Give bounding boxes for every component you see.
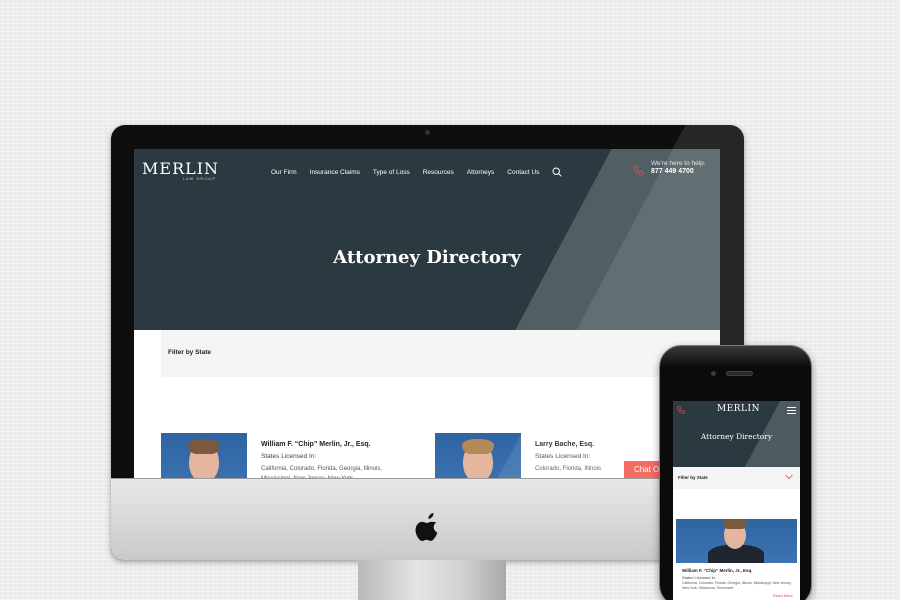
attorney-hair [462,439,494,454]
mobile-states-licensed-label: States Licensed In: [682,575,717,580]
mobile-filter-label: Filter by State [678,475,708,480]
chevron-down-icon [785,474,793,480]
help-phone-number[interactable]: 877 449 4700 [651,168,694,175]
nav-our-firm[interactable]: Our Firm [271,169,297,176]
main-nav: Our Firm Insurance Claims Type of Loss R… [271,167,563,177]
mobile-states-licensed-list: California, Colorado, Florida, Georgia, … [682,581,792,590]
site-logo[interactable]: MERLIN LAW GROUP [142,160,218,182]
attorney-name[interactable]: Larry Bache, Esq. [535,441,594,448]
desktop-monitor: MERLIN LAW GROUP Our Firm Insurance Clai… [111,125,744,560]
attorney-photo[interactable] [161,433,247,478]
mobile-site-logo[interactable]: MERLIN [717,404,760,414]
phone-icon[interactable] [677,406,685,414]
nav-type-of-loss[interactable]: Type of Loss [373,169,410,176]
phone-icon [633,165,644,176]
filter-label: Filter by State [168,349,211,356]
attorney-hair [723,519,747,529]
attorney-name[interactable]: William F. “Chip” Merlin, Jr., Esq. [261,441,371,448]
apple-logo-icon [415,513,438,541]
desktop-screen: MERLIN LAW GROUP Our Firm Insurance Clai… [134,149,720,478]
mobile-phone: MERLIN Attorney Directory Filter by Stat… [659,345,812,600]
mobile-hero-banner: MERLIN Attorney Directory [673,401,800,467]
monitor-stand [358,560,506,600]
page-title: Attorney Directory [333,247,521,268]
mobile-attorney-name[interactable]: William F. “Chip” Merlin, Jr., Esq. [682,568,752,573]
nav-insurance-claims[interactable]: Insurance Claims [310,169,360,176]
help-contact[interactable]: We're here to help. 877 449 4700 [633,160,715,182]
states-licensed-list: California, Colorado, Florida, Georgia, … [261,466,383,478]
phone-speaker [726,371,753,376]
hero-banner: MERLIN LAW GROUP Our Firm Insurance Clai… [134,149,720,330]
mobile-read-more-link[interactable]: Read More [773,593,793,598]
search-icon[interactable] [552,167,563,177]
mobile-screen: MERLIN Attorney Directory Filter by Stat… [673,401,800,600]
menu-icon[interactable] [787,407,796,414]
nav-resources[interactable]: Resources [423,169,454,176]
phone-camera [711,371,716,376]
filter-by-state-dropdown[interactable]: Filter by State [161,330,720,377]
nav-attorneys[interactable]: Attorneys [467,169,494,176]
attorney-photo[interactable] [435,433,521,478]
states-licensed-label: States Licensed In: [535,453,591,460]
nav-contact-us[interactable]: Contact Us [507,169,539,176]
webcam [425,130,430,135]
mobile-page-title: Attorney Directory [700,432,773,441]
states-licensed-label: States Licensed In: [261,453,317,460]
help-tagline: We're here to help. [651,160,706,167]
mobile-attorney-photo[interactable] [676,519,797,563]
mobile-filter-by-state-dropdown[interactable]: Filter by State [673,467,800,489]
attorney-hair [188,439,220,454]
